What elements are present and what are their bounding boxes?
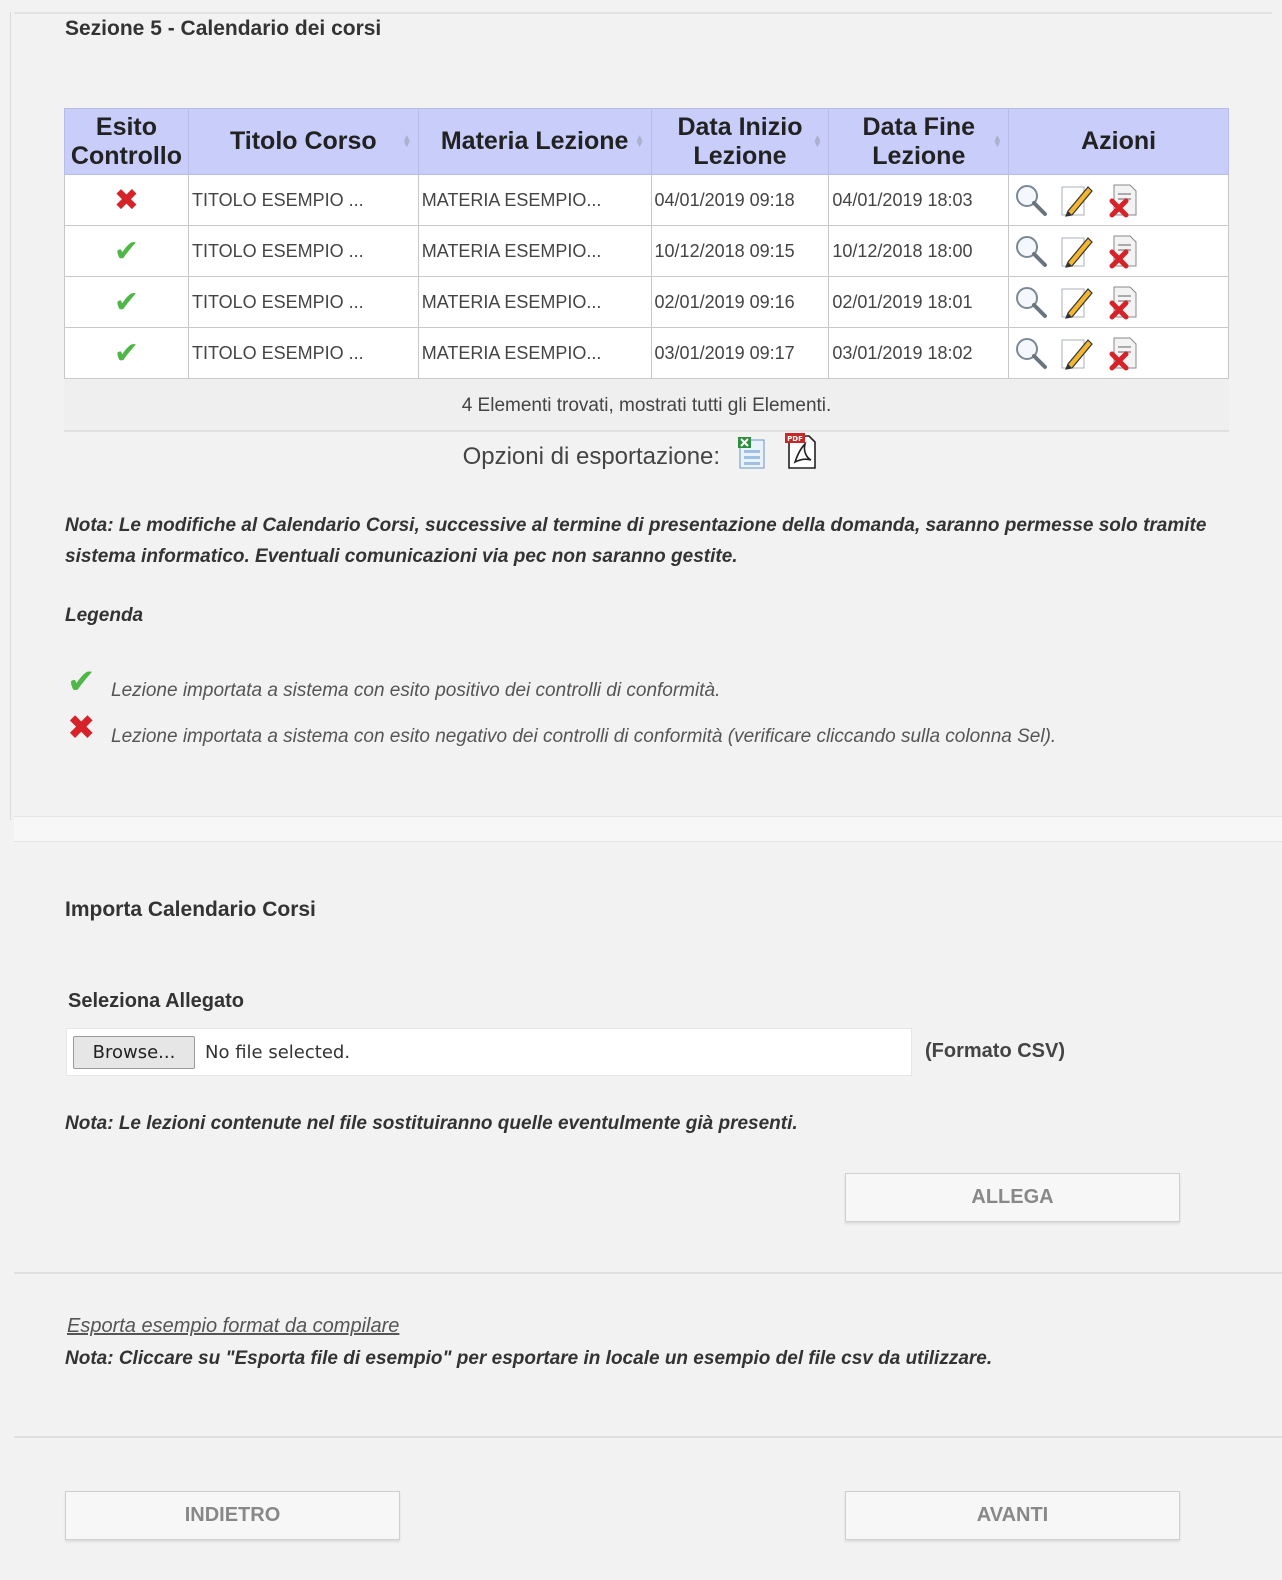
import-note: Nota: Le lezioni contenute nel file sost… bbox=[65, 1113, 798, 1134]
edit-icon[interactable] bbox=[1058, 181, 1096, 219]
svg-text:PDF: PDF bbox=[788, 435, 804, 443]
import-title: Importa Calendario Corsi bbox=[65, 898, 316, 921]
header-azioni: Azioni bbox=[1008, 108, 1229, 175]
data-fine-cell: 02/01/2019 18:01 bbox=[828, 276, 1010, 328]
browse-button[interactable]: Browse... bbox=[73, 1036, 195, 1069]
file-input[interactable]: Browse... No file selected. bbox=[66, 1028, 912, 1076]
header-materia-lezione[interactable]: Materia Lezione ▲ ▼ bbox=[417, 108, 652, 175]
search-icon[interactable] bbox=[1012, 232, 1050, 270]
legend-ko: ✖ Lezione importata a sistema con esito … bbox=[67, 709, 1057, 747]
check-icon: ✔ bbox=[113, 285, 140, 319]
check-icon: ✔ bbox=[113, 336, 140, 370]
sort-icon: ▲ ▼ bbox=[812, 132, 823, 150]
table-row[interactable]: ✔ TITOLO ESEMPIO ... MATERIA ESEMPIO... 10/… bbox=[64, 225, 1229, 277]
titolo-cell: TITOLO ESEMPIO ... bbox=[187, 276, 419, 328]
export-sample-link[interactable]: Esporta esempio format da compilare bbox=[67, 1315, 399, 1338]
edit-icon[interactable] bbox=[1058, 283, 1096, 321]
table-row[interactable]: ✖ TITOLO ESEMPIO ... MATERIA ESEMPIO... 04/… bbox=[64, 174, 1229, 226]
sort-icon: ▲ ▼ bbox=[992, 132, 1003, 150]
calendar-table: Esito Controllo Titolo Corso ▲ ▼ Materia L… bbox=[64, 108, 1229, 379]
esito-cell[interactable]: ✔ bbox=[64, 225, 189, 277]
legend-title: Legenda bbox=[65, 605, 144, 626]
titolo-cell: TITOLO ESEMPIO ... bbox=[187, 174, 419, 226]
data-inizio-cell: 02/01/2019 09:16 bbox=[650, 276, 830, 328]
search-icon[interactable] bbox=[1012, 181, 1050, 219]
azioni-cell bbox=[1008, 225, 1229, 277]
check-icon: ✔ bbox=[113, 234, 140, 268]
materia-cell: MATERIA ESEMPIO... bbox=[417, 225, 652, 277]
sort-icon: ▲ ▼ bbox=[401, 132, 412, 150]
top-border bbox=[14, 12, 1272, 14]
esito-cell[interactable]: ✔ bbox=[64, 276, 189, 328]
pdf-icon[interactable]: PDF bbox=[783, 432, 819, 477]
section-divider bbox=[14, 1436, 1282, 1438]
header-data-inizio[interactable]: Data Inizio Lezione ▲ ▼ bbox=[650, 108, 830, 175]
allega-button[interactable]: ALLEGA bbox=[845, 1173, 1180, 1222]
next-button[interactable]: AVANTI bbox=[845, 1491, 1180, 1540]
azioni-cell bbox=[1008, 327, 1229, 379]
delete-document-icon[interactable] bbox=[1104, 283, 1142, 321]
format-hint: (Formato CSV) bbox=[925, 1040, 1065, 1062]
excel-icon[interactable] bbox=[737, 436, 767, 477]
data-fine-cell: 04/01/2019 18:03 bbox=[828, 174, 1010, 226]
delete-document-icon[interactable] bbox=[1104, 181, 1142, 219]
section-title: Sezione 5 - Calendario dei corsi bbox=[65, 17, 382, 40]
titolo-cell: TITOLO ESEMPIO ... bbox=[187, 225, 419, 277]
edit-icon[interactable] bbox=[1058, 232, 1096, 270]
search-icon[interactable] bbox=[1012, 334, 1050, 372]
data-inizio-cell: 04/01/2019 09:18 bbox=[650, 174, 830, 226]
materia-cell: MATERIA ESEMPIO... bbox=[417, 276, 652, 328]
edit-icon[interactable] bbox=[1058, 334, 1096, 372]
delete-document-icon[interactable] bbox=[1104, 232, 1142, 270]
cross-icon: ✖ bbox=[67, 709, 96, 747]
sort-icon: ▲ ▼ bbox=[634, 132, 645, 150]
esito-cell[interactable]: ✖ bbox=[64, 174, 189, 226]
file-status: No file selected. bbox=[205, 1042, 351, 1063]
header-data-fine[interactable]: Data Fine Lezione ▲ ▼ bbox=[828, 108, 1010, 175]
header-esito-controllo[interactable]: Esito Controllo bbox=[64, 108, 189, 175]
legend-ok: ✔ Lezione importata a sistema con esito … bbox=[67, 663, 721, 701]
materia-cell: MATERIA ESEMPIO... bbox=[417, 327, 652, 379]
materia-cell: MATERIA ESEMPIO... bbox=[417, 174, 652, 226]
search-icon[interactable] bbox=[1012, 283, 1050, 321]
calendar-note: Nota: Le modifiche al Calendario Corsi, … bbox=[65, 515, 1207, 567]
data-inizio-cell: 03/01/2019 09:17 bbox=[650, 327, 830, 379]
titolo-cell: TITOLO ESEMPIO ... bbox=[187, 327, 419, 379]
table-footer: 4 Elementi trovati, mostrati tutti gli E… bbox=[64, 380, 1229, 432]
table-row[interactable]: ✔ TITOLO ESEMPIO ... MATERIA ESEMPIO... 03/… bbox=[64, 327, 1229, 379]
delete-document-icon[interactable] bbox=[1104, 334, 1142, 372]
export-label: Opzioni di esportazione: bbox=[462, 443, 721, 470]
data-inizio-cell: 10/12/2018 09:15 bbox=[650, 225, 830, 277]
select-attachment-label: Seleziona Allegato bbox=[68, 990, 244, 1012]
azioni-cell bbox=[1008, 174, 1229, 226]
table-header-row: Esito Controllo Titolo Corso ▲ ▼ Materia L… bbox=[64, 108, 1229, 175]
sample-note: Nota: Cliccare su "Esporta file di esemp… bbox=[65, 1348, 993, 1369]
back-button[interactable]: INDIETRO bbox=[65, 1491, 400, 1540]
azioni-cell bbox=[1008, 276, 1229, 328]
data-fine-cell: 03/01/2019 18:02 bbox=[828, 327, 1010, 379]
check-icon: ✔ bbox=[67, 663, 96, 701]
header-titolo-corso[interactable]: Titolo Corso ▲ ▼ bbox=[187, 108, 419, 175]
export-options: Opzioni di esportazione: PDF bbox=[0, 432, 1282, 477]
section-divider bbox=[14, 1272, 1282, 1274]
table-row[interactable]: ✔ TITOLO ESEMPIO ... MATERIA ESEMPIO... 02/… bbox=[64, 276, 1229, 328]
cross-icon: ✖ bbox=[113, 183, 140, 217]
esito-cell[interactable]: ✔ bbox=[64, 327, 189, 379]
left-border bbox=[10, 12, 11, 820]
section-divider bbox=[14, 816, 1282, 842]
data-fine-cell: 10/12/2018 18:00 bbox=[828, 225, 1010, 277]
